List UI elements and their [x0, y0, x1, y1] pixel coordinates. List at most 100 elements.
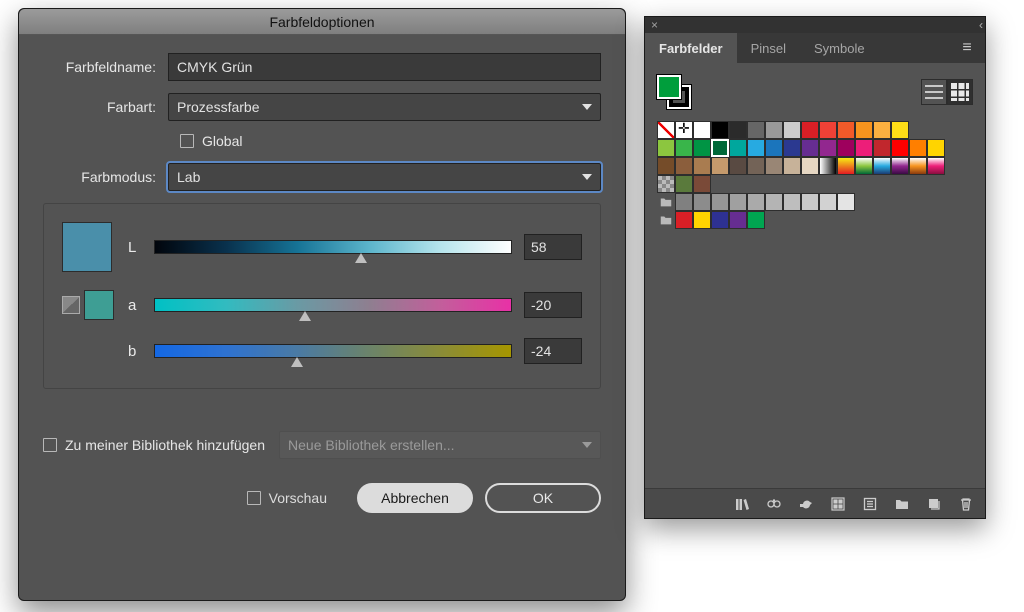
slider-a-track[interactable] — [154, 298, 512, 312]
swatch[interactable] — [801, 139, 819, 157]
add-library-checkbox[interactable] — [43, 438, 57, 452]
fill-swatch[interactable] — [657, 75, 681, 99]
swatch[interactable] — [693, 121, 711, 139]
swatch[interactable] — [729, 139, 747, 157]
swatch[interactable] — [801, 193, 819, 211]
swatch[interactable] — [747, 193, 765, 211]
swatch[interactable] — [873, 157, 891, 175]
swatch[interactable] — [801, 121, 819, 139]
swatch[interactable] — [783, 157, 801, 175]
swatch[interactable] — [711, 157, 729, 175]
swatch[interactable] — [927, 139, 945, 157]
new-swatch-icon[interactable] — [925, 495, 943, 513]
swatch[interactable] — [819, 139, 837, 157]
swatch[interactable] — [675, 139, 693, 157]
swatch[interactable] — [693, 211, 711, 229]
color-type-select[interactable]: Prozessfarbe — [168, 93, 601, 121]
swatch[interactable] — [837, 139, 855, 157]
swatch[interactable] — [729, 211, 747, 229]
folder-icon[interactable] — [657, 193, 675, 211]
swatch[interactable] — [711, 121, 729, 139]
swatch[interactable] — [657, 121, 675, 139]
swatch[interactable] — [693, 139, 711, 157]
swatch[interactable] — [873, 139, 891, 157]
swatch[interactable] — [855, 157, 873, 175]
swatch[interactable] — [855, 121, 873, 139]
delete-swatch-icon[interactable] — [957, 495, 975, 513]
swatch[interactable] — [765, 193, 783, 211]
swatch[interactable] — [891, 157, 909, 175]
preview-checkbox[interactable] — [247, 491, 261, 505]
swatch-libraries-icon[interactable] — [733, 495, 751, 513]
swatch[interactable] — [711, 139, 729, 157]
slider-b-value[interactable]: -24 — [524, 338, 582, 364]
library-select[interactable]: Neue Bibliothek erstellen... — [279, 431, 601, 459]
swatch[interactable] — [747, 211, 765, 229]
swatch[interactable] — [693, 157, 711, 175]
tab-farbfelder[interactable]: Farbfelder — [645, 33, 737, 63]
swatch[interactable] — [675, 193, 693, 211]
swatch[interactable] — [801, 157, 819, 175]
swatch[interactable] — [657, 157, 675, 175]
swatch[interactable] — [747, 139, 765, 157]
close-icon[interactable]: × — [651, 18, 658, 32]
swatch[interactable] — [819, 193, 837, 211]
edit-swatch-icon[interactable] — [861, 495, 879, 513]
swatch[interactable] — [729, 121, 747, 139]
swatch[interactable] — [675, 157, 693, 175]
swatch[interactable] — [711, 211, 729, 229]
panel-menu-icon[interactable]: ≡ — [957, 39, 977, 57]
swatch[interactable] — [927, 157, 945, 175]
swatch-options-icon[interactable] — [797, 495, 815, 513]
swatch[interactable] — [693, 175, 711, 193]
swatch[interactable] — [837, 121, 855, 139]
swatch[interactable] — [747, 121, 765, 139]
swatch[interactable] — [909, 157, 927, 175]
grid-view-button[interactable] — [947, 79, 973, 105]
list-view-button[interactable] — [921, 79, 947, 105]
swatch[interactable] — [837, 157, 855, 175]
color-mode-select[interactable]: Lab — [168, 163, 601, 191]
swatch[interactable] — [675, 121, 693, 139]
slider-thumb-icon[interactable] — [291, 357, 303, 367]
swatch[interactable] — [909, 139, 927, 157]
slider-l-value[interactable]: 58 — [524, 234, 582, 260]
swatch[interactable] — [675, 211, 693, 229]
global-checkbox[interactable] — [180, 134, 194, 148]
ok-button[interactable]: OK — [485, 483, 601, 513]
swatch[interactable] — [891, 121, 909, 139]
swatch[interactable] — [765, 139, 783, 157]
swatch[interactable] — [837, 193, 855, 211]
swatch[interactable] — [657, 139, 675, 157]
slider-a-value[interactable]: -20 — [524, 292, 582, 318]
swatch[interactable] — [747, 157, 765, 175]
tab-pinsel[interactable]: Pinsel — [737, 33, 800, 63]
new-folder-icon[interactable] — [893, 495, 911, 513]
slider-l-track[interactable] — [154, 240, 512, 254]
swatch[interactable] — [729, 193, 747, 211]
swatch[interactable] — [729, 157, 747, 175]
swatch[interactable] — [873, 121, 891, 139]
tab-symbole[interactable]: Symbole — [800, 33, 879, 63]
cancel-button[interactable]: Abbrechen — [357, 483, 473, 513]
swatch-name-input[interactable] — [168, 53, 601, 81]
swatch[interactable] — [657, 175, 675, 193]
slider-b-track[interactable] — [154, 344, 512, 358]
swatch[interactable] — [819, 121, 837, 139]
swatch-kinds-icon[interactable] — [765, 495, 783, 513]
swatch[interactable] — [855, 139, 873, 157]
swatch[interactable] — [765, 157, 783, 175]
slider-thumb-icon[interactable] — [355, 253, 367, 263]
swatch[interactable] — [765, 121, 783, 139]
swatch[interactable] — [891, 139, 909, 157]
fill-stroke-indicator[interactable] — [657, 75, 691, 109]
slider-thumb-icon[interactable] — [299, 311, 311, 321]
swatch[interactable] — [693, 193, 711, 211]
swatch[interactable] — [675, 175, 693, 193]
swatch[interactable] — [783, 139, 801, 157]
swatch[interactable] — [783, 193, 801, 211]
swatch[interactable] — [783, 121, 801, 139]
new-color-group-icon[interactable] — [829, 495, 847, 513]
swatch[interactable] — [711, 193, 729, 211]
folder-icon[interactable] — [657, 211, 675, 229]
